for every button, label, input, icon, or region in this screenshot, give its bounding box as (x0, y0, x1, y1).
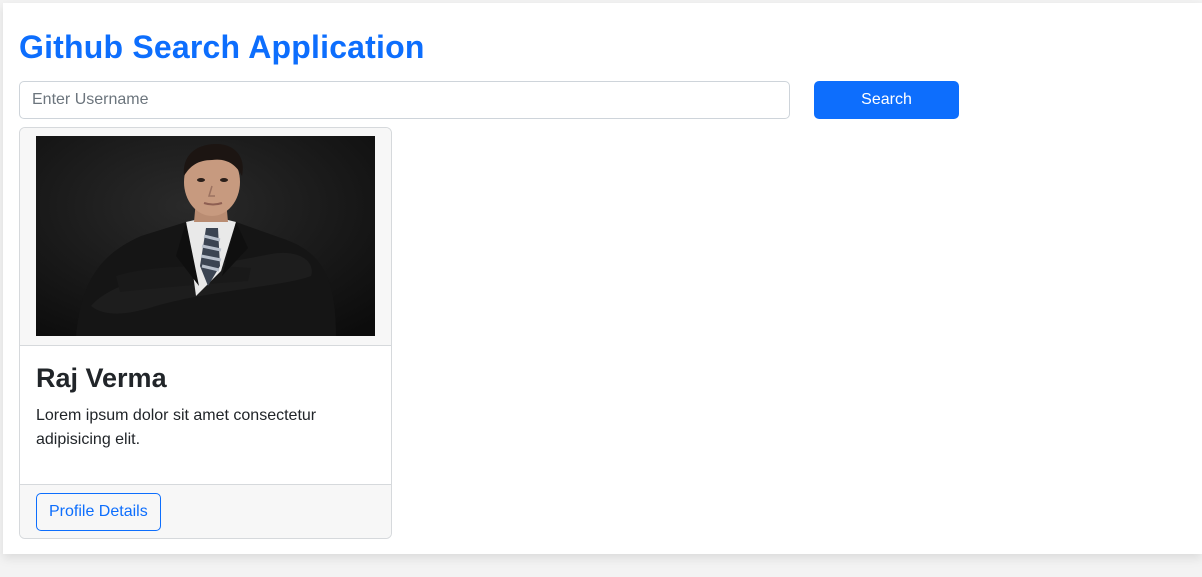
profile-photo (36, 136, 375, 336)
card-footer: Profile Details (20, 484, 391, 538)
search-button[interactable]: Search (814, 81, 959, 119)
card-header (20, 128, 391, 346)
profile-card: Raj Verma Lorem ipsum dolor sit amet con… (19, 127, 392, 539)
profile-photo-icon (36, 136, 375, 336)
card-description: Lorem ipsum dolor sit amet consectetur a… (36, 407, 317, 448)
profile-details-button[interactable]: Profile Details (36, 493, 161, 531)
page-title: Github Search Application (19, 29, 425, 65)
search-input[interactable] (19, 81, 790, 119)
card-body: Raj Verma Lorem ipsum dolor sit amet con… (20, 346, 391, 484)
card-title: Raj Verma (36, 363, 167, 393)
page: Github Search Application Search (3, 3, 1202, 554)
